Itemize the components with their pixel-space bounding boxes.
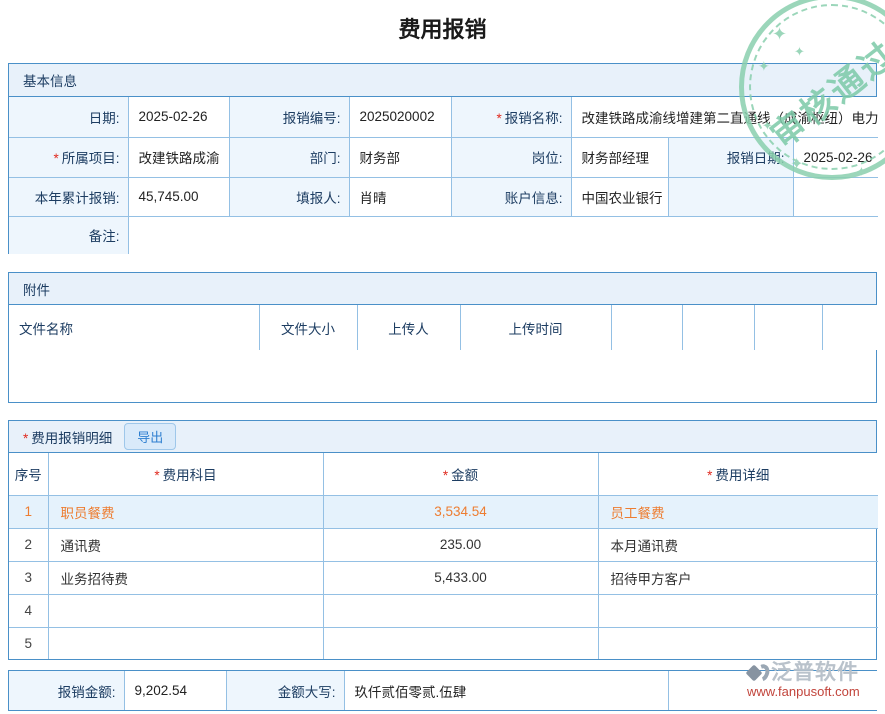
amount-caps-value: 玖仟贰佰零贰.伍肆: [344, 671, 668, 710]
expense-subject: 通讯费: [48, 528, 323, 561]
expense-detail: 本月通讯费: [598, 528, 878, 561]
expense-detail-panel: *费用报销明细 导出 序号 *费用科目 *金额 *费用详细 1 职员餐费 3,5…: [8, 420, 877, 660]
required-asterisk: *: [23, 431, 28, 446]
expense-table: 序号 *费用科目 *金额 *费用详细 1 职员餐费 3,534.54 员工餐费 …: [9, 453, 878, 659]
filler-value: 肖晴: [349, 177, 451, 216]
dept-label: 部门:: [229, 137, 349, 177]
empty-label-cell: [668, 177, 793, 216]
post-label: 岗位:: [451, 137, 571, 177]
expense-amount: 3,534.54: [323, 495, 598, 528]
expense-subject: 业务招待费: [48, 561, 323, 594]
required-asterisk: *: [496, 111, 501, 126]
claim-name-label: *报销名称:: [451, 97, 571, 137]
attachments-section-title: 附件: [9, 273, 876, 305]
page-title: 费用报销: [0, 12, 885, 44]
summary-table: 报销金额: 9,202.54 金额大写: 玖仟贰佰零贰.伍肆: [9, 671, 878, 710]
doc-no-value: 2025020002: [349, 97, 451, 137]
claim-date-value: 2025-02-26: [793, 137, 878, 177]
attach-header-file-size: 文件大小: [259, 305, 357, 350]
expense-amount: [323, 594, 598, 627]
expense-row-2[interactable]: 2 通讯费 235.00 本月通讯费: [9, 528, 878, 561]
expense-seq: 3: [9, 561, 48, 594]
attachments-panel: 附件 文件名称 文件大小 上传人 上传时间: [8, 272, 877, 403]
expense-detail: [598, 627, 878, 659]
claim-date-label: 报销日期:: [668, 137, 793, 177]
expense-detail-toolbar: *费用报销明细 导出: [9, 421, 876, 453]
expense-seq: 4: [9, 594, 48, 627]
expense-subject: [48, 627, 323, 659]
account-value: 中国农业银行: [571, 177, 668, 216]
expense-header-subject: *费用科目: [48, 453, 323, 495]
footer-empty-cell: [668, 671, 878, 710]
expense-detail: 招待甲方客户: [598, 561, 878, 594]
expense-detail: [598, 594, 878, 627]
expense-detail: 员工餐费: [598, 495, 878, 528]
star-icon: ✦: [794, 44, 805, 60]
expense-amount: [323, 627, 598, 659]
amount-caps-label: 金额大写:: [226, 671, 344, 710]
expense-section-title: *费用报销明细: [23, 427, 112, 447]
attachments-table: 文件名称 文件大小 上传人 上传时间: [9, 305, 878, 350]
ytd-label: 本年累计报销:: [9, 177, 128, 216]
expense-header-seq: 序号: [9, 453, 48, 495]
date-value: 2025-02-26: [128, 97, 229, 137]
expense-header-amount: *金额: [323, 453, 598, 495]
attach-header-upload-time: 上传时间: [460, 305, 611, 350]
attachments-empty-body: [9, 350, 876, 402]
summary-footer: 报销金额: 9,202.54 金额大写: 玖仟贰佰零贰.伍肆: [8, 670, 877, 711]
expense-row-4[interactable]: 4: [9, 594, 878, 627]
expense-seq: 1: [9, 495, 48, 528]
export-button[interactable]: 导出: [124, 423, 176, 450]
post-value: 财务部经理: [571, 137, 668, 177]
expense-amount: 235.00: [323, 528, 598, 561]
attach-header-file-name: 文件名称: [9, 305, 259, 350]
date-label: 日期:: [9, 97, 128, 137]
claim-name-value: 改建铁路成渝线增建第二直通线（成渝枢纽）电力线: [571, 97, 878, 137]
required-asterisk: *: [443, 468, 448, 483]
required-asterisk: *: [707, 468, 712, 483]
attach-header-empty: [611, 305, 682, 350]
remark-value: [128, 216, 878, 254]
required-asterisk: *: [154, 468, 159, 483]
filler-label: 填报人:: [229, 177, 349, 216]
total-amount-value: 9,202.54: [124, 671, 226, 710]
expense-row-1[interactable]: 1 职员餐费 3,534.54 员工餐费: [9, 495, 878, 528]
doc-no-label: 报销编号:: [229, 97, 349, 137]
expense-seq: 2: [9, 528, 48, 561]
expense-amount: 5,433.00: [323, 561, 598, 594]
expense-header-detail: *费用详细: [598, 453, 878, 495]
total-amount-label: 报销金额:: [9, 671, 124, 710]
account-label: 账户信息:: [451, 177, 571, 216]
ytd-value: 45,745.00: [128, 177, 229, 216]
empty-value-cell: [793, 177, 878, 216]
expense-row-3[interactable]: 3 业务招待费 5,433.00 招待甲方客户: [9, 561, 878, 594]
attach-header-uploader: 上传人: [357, 305, 460, 350]
attach-header-empty: [754, 305, 822, 350]
basic-info-table: 日期: 2025-02-26 报销编号: 2025020002 *报销名称: 改…: [9, 97, 878, 254]
expense-row-5[interactable]: 5: [9, 627, 878, 659]
attach-header-empty: [682, 305, 754, 350]
expense-subject: 职员餐费: [48, 495, 323, 528]
project-value: 改建铁路成渝: [128, 137, 229, 177]
basic-info-section-title: 基本信息: [9, 64, 876, 97]
basic-info-panel: 基本信息 日期: 2025-02-26 报销编号: 2025020002 *报销…: [8, 63, 877, 254]
project-label: *所属项目:: [9, 137, 128, 177]
dept-value: 财务部: [349, 137, 451, 177]
required-asterisk: *: [53, 151, 58, 166]
expense-subject: [48, 594, 323, 627]
expense-seq: 5: [9, 627, 48, 659]
remark-label: 备注:: [9, 216, 128, 254]
attach-header-empty: [822, 305, 878, 350]
